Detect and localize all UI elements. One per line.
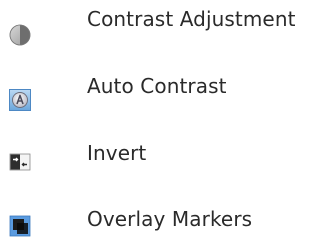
overlay-markers-icon <box>8 214 32 238</box>
menu-item-invert[interactable]: Invert <box>0 122 323 178</box>
menu-item-label: Invert <box>87 141 147 165</box>
menu-item-overlay-markers[interactable]: Overlay Markers <box>0 183 323 239</box>
auto-contrast-icon <box>8 88 32 112</box>
tool-menu: Contrast Adjustment Auto Contrast Invert… <box>0 0 323 241</box>
menu-item-contrast-adjustment[interactable]: Contrast Adjustment <box>0 0 323 56</box>
menu-item-label: Overlay Markers <box>87 207 253 231</box>
menu-item-label: Auto Contrast <box>87 74 227 98</box>
invert-icon <box>8 150 32 174</box>
contrast-adjustment-icon <box>8 23 32 47</box>
menu-item-auto-contrast[interactable]: Auto Contrast <box>0 61 323 117</box>
menu-item-label: Contrast Adjustment <box>87 7 296 31</box>
